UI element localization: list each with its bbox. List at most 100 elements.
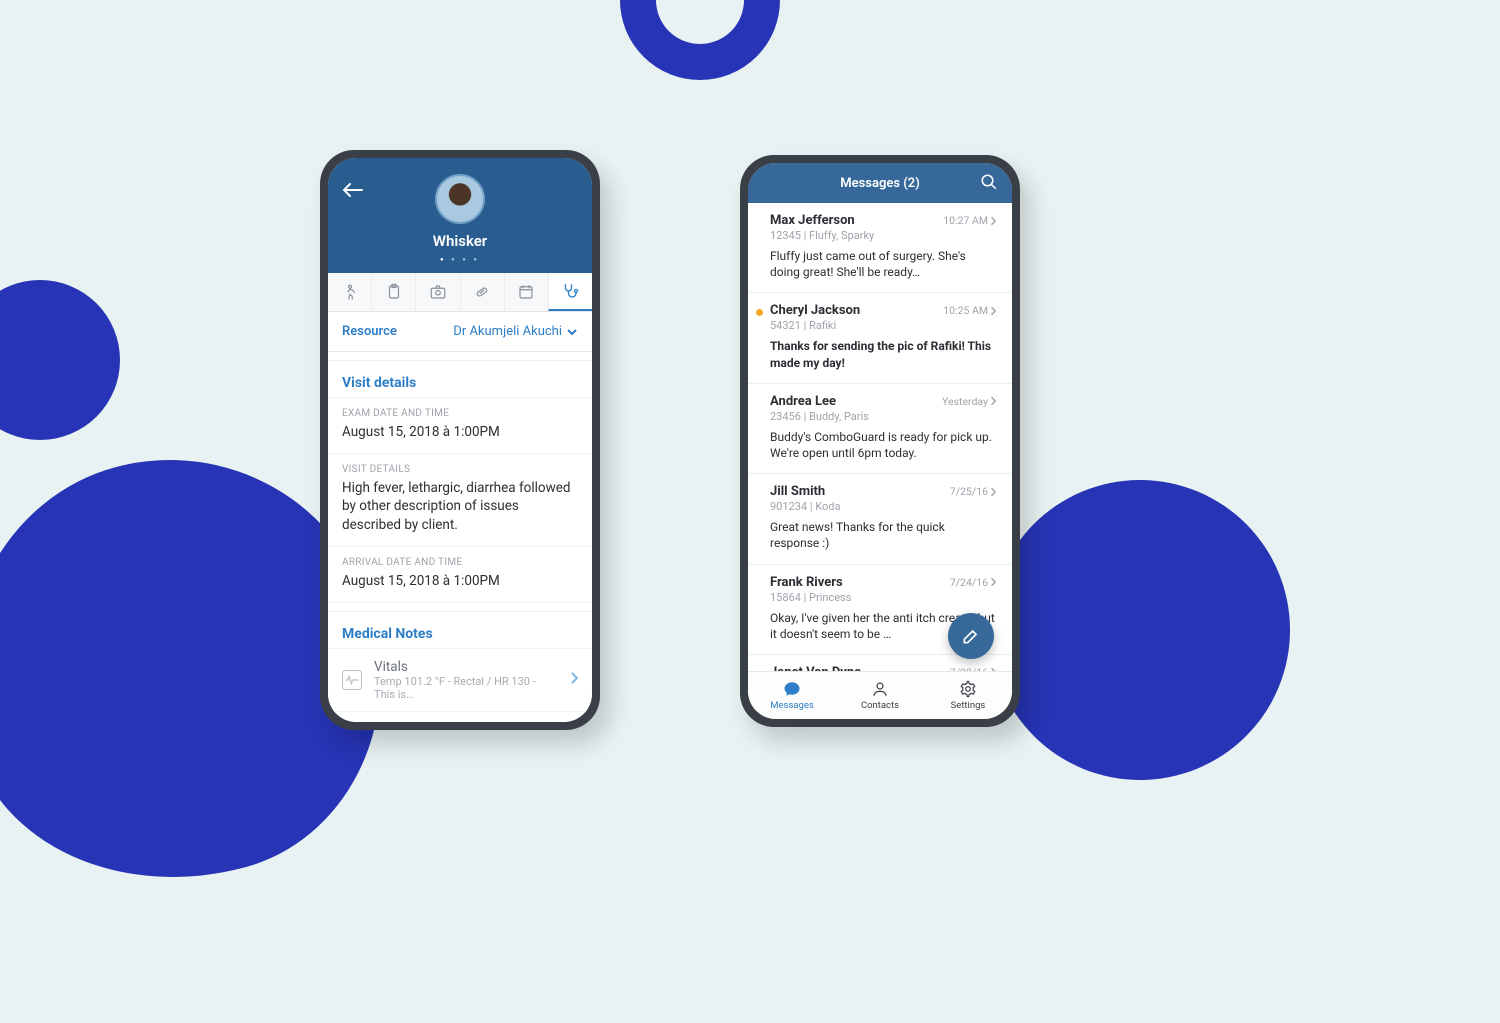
vitals-chevron	[570, 672, 578, 688]
chevron-right-icon	[990, 667, 996, 671]
nav-settings-label: Settings	[951, 700, 986, 711]
decor-circle-small	[0, 280, 120, 440]
vitals-title: Vitals	[374, 659, 558, 675]
message-sender: Max Jefferson	[770, 213, 855, 228]
page-indicator: ● ● ● ●	[340, 256, 580, 263]
search-icon	[980, 173, 998, 191]
chevron-right-icon	[570, 672, 578, 684]
clipboard-icon	[385, 283, 403, 301]
message-meta: 15864 | Princess	[770, 591, 996, 604]
message-sender: Janet Van Dyne	[770, 665, 861, 671]
vitals-sub: Temp 101.2 °F - Rectal / HR 130 - This i…	[374, 675, 558, 701]
message-time: 10:25 AM	[943, 304, 996, 317]
message-time: 10:27 AM	[943, 214, 996, 227]
tab-rx[interactable]	[460, 273, 504, 311]
chevron-right-icon	[990, 216, 996, 226]
header-messages: Messages (2)	[748, 163, 1012, 203]
exam-date-value: August 15, 2018 à 1:00PM	[342, 423, 578, 441]
tab-activity[interactable]	[328, 273, 371, 311]
vitals-icon	[342, 670, 362, 690]
visit-details-header: Visit details	[328, 360, 592, 398]
gear-icon	[959, 680, 977, 698]
chevron-right-icon	[990, 396, 996, 406]
pulse-icon	[345, 675, 359, 685]
message-row[interactable]: Andrea Lee Yesterday 23456 | Buddy, Paris…	[748, 384, 1012, 474]
walk-icon	[341, 283, 359, 301]
resource-label: Resource	[342, 324, 397, 339]
search-button[interactable]	[980, 173, 998, 195]
message-time: 7/22/16	[950, 666, 996, 671]
screen-detail: Whisker ● ● ● ● Resource Dr Akumjeli Aku…	[328, 158, 592, 722]
message-row[interactable]: Jill Smith 7/25/16 901234 | Koda Great new…	[748, 474, 1012, 564]
back-button[interactable]	[342, 182, 364, 203]
stethoscope-icon	[561, 282, 579, 300]
screen-messages: Messages (2) Max Jefferson 10:27 AM 12345…	[748, 163, 1012, 719]
chevron-down-icon	[566, 326, 578, 338]
resource-selector[interactable]: Dr Akumjeli Akuchi	[453, 324, 578, 339]
tab-records[interactable]	[371, 273, 415, 311]
chevron-right-icon	[990, 487, 996, 497]
message-row[interactable]: Max Jefferson 10:27 AM 12345 | Fluffy, Sp…	[748, 203, 1012, 293]
visit-details-caption: VISIT DETAILS	[342, 464, 578, 475]
header-detail: Whisker ● ● ● ●	[328, 158, 592, 273]
tab-medical[interactable]	[548, 273, 592, 311]
nav-contacts-label: Contacts	[861, 700, 899, 711]
message-time: 7/24/16	[950, 576, 996, 589]
message-time: Yesterday	[942, 395, 996, 408]
message-meta: 54321 | Rafiki	[770, 319, 996, 332]
message-preview: Buddy's ComboGuard is ready for pick up.…	[770, 429, 996, 461]
nav-messages[interactable]: Messages	[748, 672, 836, 719]
calendar-icon	[517, 283, 535, 301]
arrival-caption: ARRIVAL DATE AND TIME	[342, 557, 578, 568]
arrow-left-icon	[342, 182, 364, 198]
message-preview: Fluffy just came out of surgery. She's d…	[770, 248, 996, 280]
message-preview: Thanks for sending the pic of Rafiki! Th…	[770, 338, 996, 370]
vitals-body: Vitals Temp 101.2 °F - Rectal / HR 130 -…	[374, 659, 558, 701]
message-sender: Frank Rivers	[770, 575, 843, 590]
chevron-right-icon	[990, 577, 996, 587]
tab-camera[interactable]	[415, 273, 459, 311]
unread-indicator	[756, 309, 763, 316]
resource-value: Dr Akumjeli Akuchi	[453, 324, 562, 339]
bottom-nav: Messages Contacts Settings	[748, 671, 1012, 719]
message-meta: 12345 | Fluffy, Sparky	[770, 229, 996, 242]
message-preview: Great news! Thanks for the quick respons…	[770, 519, 996, 551]
tab-calendar[interactable]	[504, 273, 548, 311]
message-sender: Cheryl Jackson	[770, 303, 860, 318]
patient-history-row[interactable]: Patient History	[328, 712, 592, 722]
message-sender: Jill Smith	[770, 484, 825, 499]
chat-icon	[783, 680, 801, 698]
resource-row: Resource Dr Akumjeli Akuchi	[328, 312, 592, 352]
phone-frame-messages: Messages (2) Max Jefferson 10:27 AM 12345…	[740, 155, 1020, 727]
camera-icon	[429, 283, 447, 301]
message-meta: 23456 | Buddy, Paris	[770, 410, 996, 423]
message-row[interactable]: Cheryl Jackson 10:25 AM 54321 | Rafiki Tha…	[748, 293, 1012, 383]
phone-frame-detail: Whisker ● ● ● ● Resource Dr Akumjeli Aku…	[320, 150, 600, 730]
pet-name: Whisker	[340, 232, 580, 250]
compose-icon	[961, 626, 981, 646]
message-time: 7/25/16	[950, 485, 996, 498]
vitals-row[interactable]: Vitals Temp 101.2 °F - Rectal / HR 130 -…	[328, 649, 592, 712]
medical-notes-header: Medical Notes	[328, 611, 592, 649]
nav-contacts[interactable]: Contacts	[836, 672, 924, 719]
compose-button[interactable]	[948, 613, 994, 659]
pet-avatar[interactable]	[435, 174, 485, 224]
arrival-field: ARRIVAL DATE AND TIME August 15, 2018 à …	[328, 547, 592, 603]
message-meta: 901234 | Koda	[770, 500, 996, 513]
message-sender: Andrea Lee	[770, 394, 836, 409]
pill-icon	[473, 283, 491, 301]
person-icon	[871, 680, 889, 698]
message-list[interactable]: Max Jefferson 10:27 AM 12345 | Fluffy, Sp…	[748, 203, 1012, 671]
arrival-value: August 15, 2018 à 1:00PM	[342, 572, 578, 590]
nav-messages-label: Messages	[770, 700, 814, 711]
chevron-right-icon	[990, 306, 996, 316]
exam-date-caption: EXAM DATE AND TIME	[342, 408, 578, 419]
exam-date-field: EXAM DATE AND TIME August 15, 2018 à 1:0…	[328, 398, 592, 454]
decor-ring	[620, 0, 780, 80]
detail-tabs	[328, 273, 592, 312]
decor-circle-large	[990, 480, 1290, 780]
messages-title: Messages (2)	[840, 176, 920, 191]
visit-details-value: High fever, lethargic, diarrhea followed…	[342, 479, 578, 534]
nav-settings[interactable]: Settings	[924, 672, 1012, 719]
visit-details-field: VISIT DETAILS High fever, lethargic, dia…	[328, 454, 592, 547]
